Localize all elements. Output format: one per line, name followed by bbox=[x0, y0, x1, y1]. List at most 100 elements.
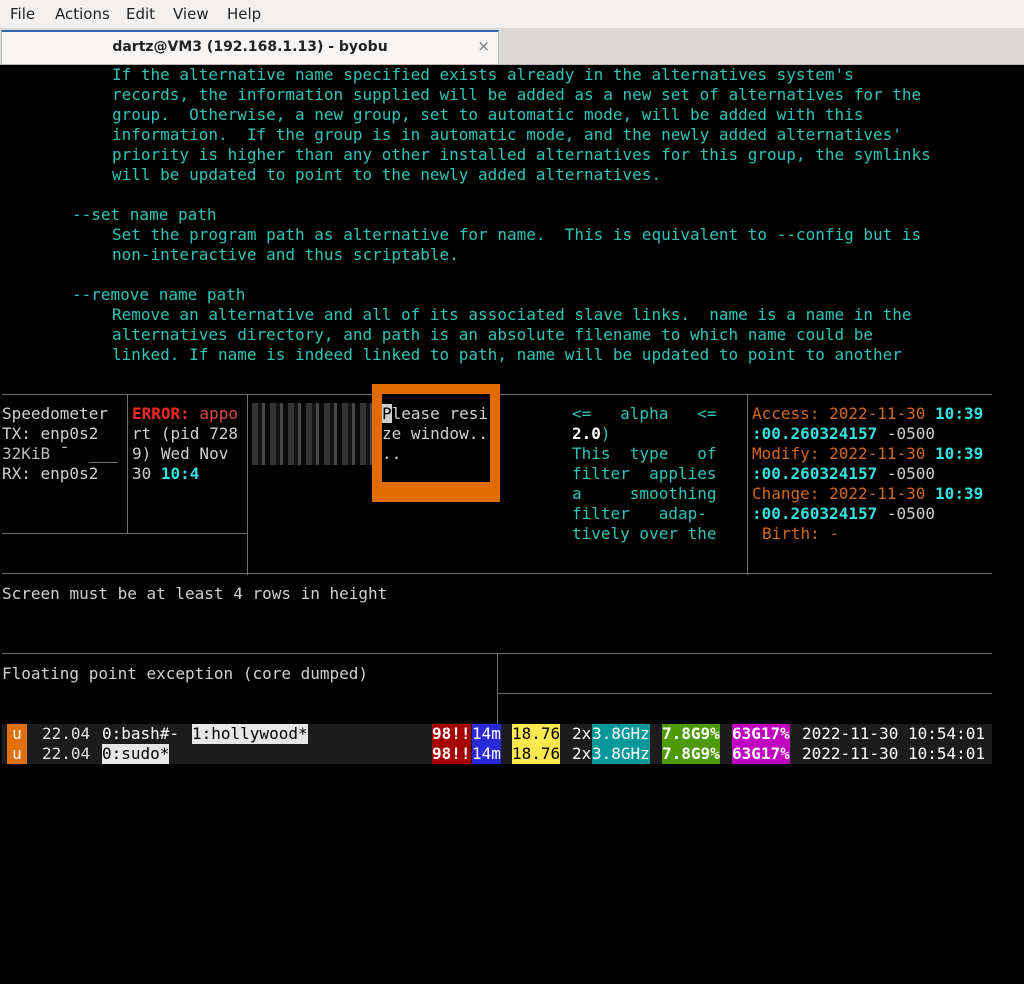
load-average: 18.76 bbox=[512, 724, 561, 744]
stat-change-frac: :00.260324157 -0500 bbox=[752, 504, 935, 524]
menu-actions[interactable]: Actions bbox=[55, 5, 110, 23]
pane-divider bbox=[127, 395, 128, 533]
stat-tz: -0500 bbox=[886, 464, 936, 483]
pane-divider bbox=[498, 693, 992, 694]
load-average: 18.76 bbox=[512, 744, 561, 764]
window-tab-0[interactable]: 0:bash#- bbox=[102, 724, 179, 744]
cpu-count: 2x bbox=[572, 744, 592, 763]
tab-bar: dartz@VM3 (192.168.1.13) - byobu × bbox=[0, 28, 1024, 65]
stat-tz: -0500 bbox=[886, 424, 936, 443]
byobu-status-bar: u 22.04 0:bash#- 1:hollywood* 98!! 14m 1… bbox=[2, 724, 992, 744]
speedometer-rx: RX: enp0s2 bbox=[2, 464, 99, 483]
stat-date: 2022-11-30 bbox=[829, 404, 926, 423]
stat-label: Birth: bbox=[762, 524, 820, 543]
menu-view[interactable]: View bbox=[173, 5, 209, 23]
man-line: information. If the group is in automati… bbox=[112, 125, 902, 144]
window-tab-0[interactable]: 0:sudo* bbox=[102, 744, 170, 764]
byobu-status-bar: u 22.04 0:sudo* 98!! 14m 18.76 2x 3.8GHz… bbox=[2, 744, 992, 764]
speedometer-graph: 32KiB ¯ ___ bbox=[2, 444, 118, 463]
pane-divider bbox=[747, 395, 748, 575]
filter-text: tively over the bbox=[572, 524, 717, 543]
menu-edit[interactable]: Edit bbox=[126, 5, 155, 23]
man-line: group. Otherwise, a new group, set to au… bbox=[112, 105, 864, 124]
ubuntu-logo-icon: u bbox=[7, 744, 27, 764]
menu-bar: File Actions Edit View Help bbox=[0, 0, 1024, 28]
cursor: P bbox=[382, 404, 392, 423]
filter-text: a smoothing bbox=[572, 484, 717, 503]
pane-divider bbox=[497, 654, 498, 724]
updates-badge: 98!! bbox=[432, 724, 471, 744]
stat-tz: -0500 bbox=[886, 504, 936, 523]
man-line: Remove an alternative and all of its ass… bbox=[112, 305, 912, 324]
ubuntu-logo-icon: u bbox=[7, 724, 27, 744]
uptime: 14m bbox=[472, 744, 501, 764]
tab-title: dartz@VM3 (192.168.1.13) - byobu bbox=[112, 39, 388, 55]
error-clock: 10:4 bbox=[160, 464, 200, 483]
stat-time: 10:39 bbox=[935, 404, 984, 423]
error-tag: ERROR: bbox=[132, 404, 190, 423]
stat-time: 10:39 bbox=[935, 444, 984, 463]
stat-label: Access: bbox=[752, 404, 820, 423]
speedometer-label: Speedometer bbox=[2, 404, 108, 423]
stat-modify: Modify: 2022-11-30 10:39 bbox=[752, 444, 983, 464]
status-datetime: 2022-11-30 10:54:01 bbox=[802, 724, 986, 743]
os-version: 22.04 bbox=[42, 744, 91, 763]
hollywood-noise bbox=[252, 403, 372, 465]
pane-divider bbox=[247, 395, 248, 575]
man-option: --set name path bbox=[72, 205, 217, 224]
updates-badge: 98!! bbox=[432, 744, 471, 764]
menu-help[interactable]: Help bbox=[227, 5, 261, 23]
status-datetime: 2022-11-30 10:54:01 bbox=[802, 744, 986, 763]
filter-text: 2.0) bbox=[572, 424, 611, 444]
swap-usage: 63G17% bbox=[732, 744, 790, 764]
man-line: will be updated to point to the newly ad… bbox=[112, 165, 662, 184]
man-line: records, the information supplied will b… bbox=[112, 85, 922, 104]
man-option: --remove name path bbox=[72, 285, 246, 304]
resize-line: Please resi bbox=[382, 404, 488, 424]
cpu-count: 2x bbox=[572, 724, 592, 743]
stat-date: 2022-11-30 bbox=[829, 444, 926, 463]
cpu-frequency: 3.8GHz bbox=[592, 724, 650, 744]
stat-birth-value: - bbox=[829, 524, 840, 543]
stat-date: 2022-11-30 bbox=[829, 484, 926, 503]
stat-label: Modify: bbox=[752, 444, 820, 463]
error-time: 30 10:4 bbox=[132, 464, 199, 484]
close-icon[interactable]: × bbox=[477, 37, 490, 55]
cpu-frequency: 3.8GHz bbox=[592, 744, 650, 764]
alpha-value: 2.0 bbox=[572, 424, 601, 443]
stat-access: Access: 2022-11-30 10:39 bbox=[752, 404, 983, 424]
stat-frac: :00.260324157 bbox=[752, 464, 878, 483]
stat-birth: Birth: - bbox=[762, 524, 839, 544]
resize-text: ze window.. bbox=[382, 424, 488, 443]
tab-session[interactable]: dartz@VM3 (192.168.1.13) - byobu × bbox=[1, 30, 499, 64]
man-line: priority is higher than any other instal… bbox=[112, 145, 931, 164]
error-text: 9) Wed Nov bbox=[132, 444, 229, 463]
pane-divider bbox=[2, 573, 992, 574]
man-line: Set the program path as alternative for … bbox=[112, 225, 922, 244]
man-line: alternatives directory, and path is an a… bbox=[112, 325, 873, 344]
speedometer-tx: TX: enp0s2 bbox=[2, 424, 99, 443]
resize-text: .. bbox=[382, 444, 402, 463]
filter-text: ) bbox=[600, 424, 611, 443]
memory-usage: 7.8G9% bbox=[662, 724, 720, 744]
uptime: 14m bbox=[472, 724, 501, 744]
swap-usage: 63G17% bbox=[732, 724, 790, 744]
stat-change: Change: 2022-11-30 10:39 bbox=[752, 484, 983, 504]
terminal[interactable]: If the alternative name specified exists… bbox=[2, 65, 1022, 768]
filter-text: This type of bbox=[572, 444, 717, 463]
man-line: linked. If name is indeed linked to path… bbox=[112, 345, 902, 364]
os-version: 22.04 bbox=[42, 724, 91, 743]
menu-file[interactable]: File bbox=[10, 5, 35, 23]
memory-usage: 7.8G9% bbox=[662, 744, 720, 764]
stat-modify-frac: :00.260324157 -0500 bbox=[752, 464, 935, 484]
pane-divider bbox=[2, 533, 247, 534]
error-text: appo bbox=[189, 404, 238, 423]
stat-label: Change: bbox=[752, 484, 820, 503]
screen-height-message: Screen must be at least 4 rows in height bbox=[2, 584, 388, 603]
window-tab-1[interactable]: 1:hollywood* bbox=[192, 724, 308, 744]
resize-text: lease resi bbox=[391, 404, 488, 423]
stat-time: 10:39 bbox=[935, 484, 984, 503]
error-date: 30 bbox=[132, 464, 161, 483]
error-text: rt (pid 728 bbox=[132, 424, 238, 443]
stat-frac: :00.260324157 bbox=[752, 504, 878, 523]
